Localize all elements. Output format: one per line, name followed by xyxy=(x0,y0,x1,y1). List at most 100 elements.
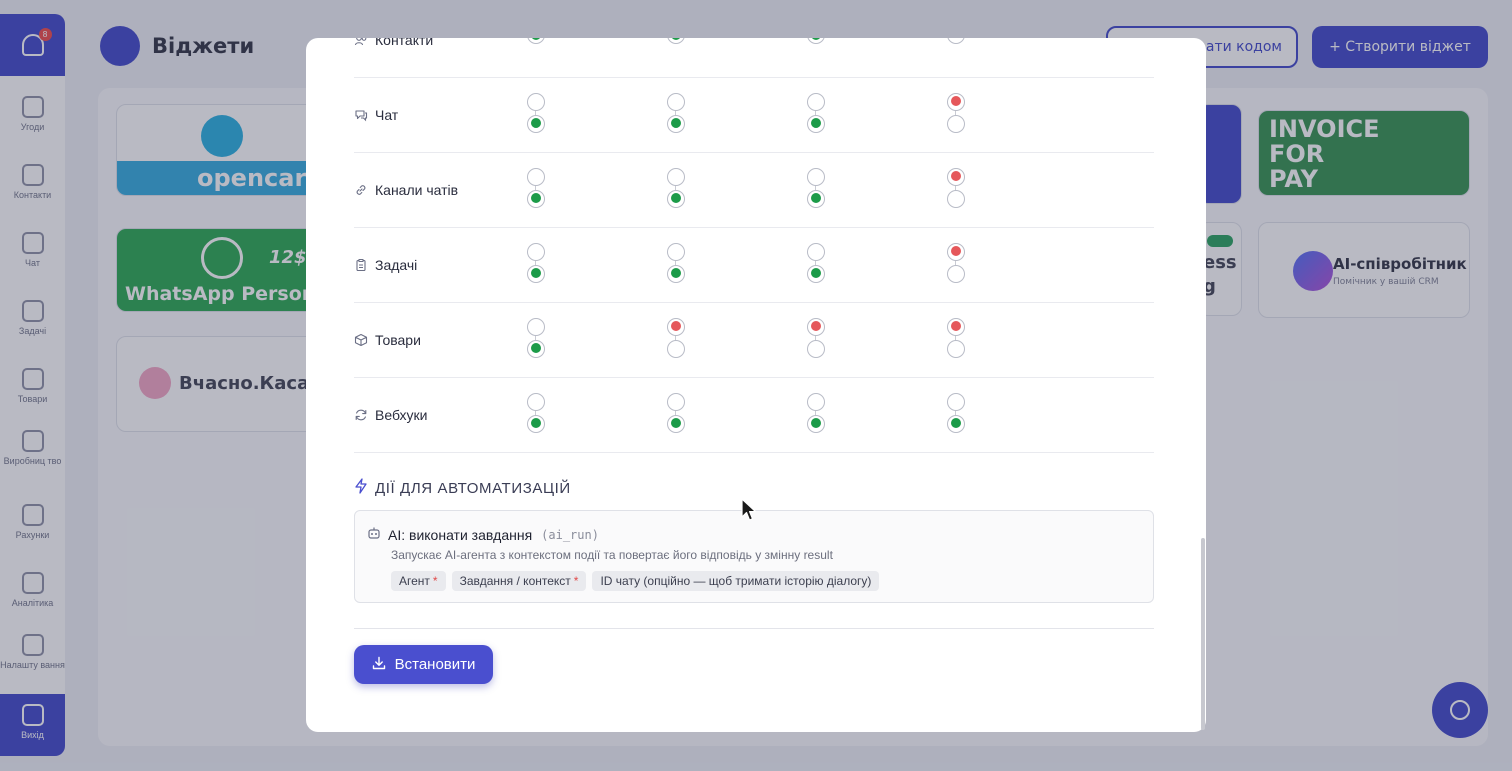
deny-radio[interactable] xyxy=(527,92,545,111)
allow-radio[interactable] xyxy=(527,114,545,133)
permission-toggle[interactable] xyxy=(527,92,545,133)
permission-toggle[interactable] xyxy=(667,92,685,133)
param-label: Завдання / контекст xyxy=(459,574,571,588)
permission-label: Товари xyxy=(354,332,421,348)
param-label: ID чату (опційно — щоб тримати історію д… xyxy=(600,574,872,588)
deny-radio[interactable] xyxy=(667,92,685,111)
download-icon xyxy=(372,656,386,674)
permission-label-text: Товари xyxy=(375,332,421,348)
permission-toggle[interactable] xyxy=(807,317,825,358)
permission-label: Вебхуки xyxy=(354,407,427,423)
deny-radio[interactable] xyxy=(527,167,545,186)
param-tag: Завдання / контекст * xyxy=(451,571,587,591)
permission-toggle[interactable] xyxy=(947,242,965,283)
deny-radio[interactable] xyxy=(807,167,825,186)
deny-radio[interactable] xyxy=(527,392,545,411)
allow-radio[interactable] xyxy=(527,339,545,358)
lightning-icon xyxy=(354,478,368,498)
allow-radio[interactable] xyxy=(947,339,965,358)
automation-action-card: AI: виконати завдання (ai_run) Запускає … xyxy=(354,510,1154,603)
permission-label: Задачі xyxy=(354,257,417,273)
permission-toggle[interactable] xyxy=(807,92,825,133)
box-icon xyxy=(354,333,368,347)
deny-radio[interactable] xyxy=(807,392,825,411)
action-code: (ai_run) xyxy=(541,527,599,542)
allow-radio[interactable] xyxy=(667,114,685,133)
required-mark: * xyxy=(573,574,579,588)
permissions-table: Контакти Чат Канали чатів Задачі Товари Вебху… xyxy=(0,38,1512,771)
mouse-cursor-icon xyxy=(741,498,757,521)
permission-label-text: Канали чатів xyxy=(375,182,459,198)
deny-radio[interactable] xyxy=(527,317,545,336)
permission-toggle[interactable] xyxy=(807,167,825,208)
deny-radio[interactable] xyxy=(667,317,685,336)
allow-radio[interactable] xyxy=(807,114,825,133)
deny-radio[interactable] xyxy=(947,242,965,261)
permission-row: Товари xyxy=(354,303,1154,378)
permission-toggle[interactable] xyxy=(527,242,545,283)
deny-radio[interactable] xyxy=(527,242,545,261)
param-tag: ID чату (опційно — щоб тримати історію д… xyxy=(592,571,880,591)
permission-toggle[interactable] xyxy=(667,242,685,283)
allow-radio[interactable] xyxy=(667,264,685,283)
permission-toggle[interactable] xyxy=(667,317,685,358)
deny-radio[interactable] xyxy=(807,92,825,111)
allow-radio[interactable] xyxy=(807,189,825,208)
param-label: Агент xyxy=(399,574,430,588)
deny-radio[interactable] xyxy=(667,167,685,186)
allow-radio[interactable] xyxy=(667,189,685,208)
allow-radio[interactable] xyxy=(947,414,965,433)
install-button-label: Встановити xyxy=(394,656,476,673)
allow-radio[interactable] xyxy=(527,189,545,208)
deny-radio[interactable] xyxy=(667,392,685,411)
deny-radio[interactable] xyxy=(807,242,825,261)
refresh-icon xyxy=(354,408,368,422)
permission-toggle[interactable] xyxy=(947,92,965,133)
deny-radio[interactable] xyxy=(947,317,965,336)
permission-label: Чат xyxy=(354,107,398,123)
permission-label: Канали чатів xyxy=(354,182,458,198)
action-params: Агент * Завдання / контекст * ID чату (опц… xyxy=(391,571,880,591)
allow-radio[interactable] xyxy=(667,339,685,358)
allow-radio[interactable] xyxy=(947,189,965,208)
install-button[interactable]: Встановити xyxy=(354,645,493,684)
permission-row: Вебхуки xyxy=(354,378,1154,453)
deny-radio[interactable] xyxy=(667,242,685,261)
permission-row: Канали чатів xyxy=(354,153,1154,228)
allow-radio[interactable] xyxy=(807,264,825,283)
action-header: AI: виконати завдання (ai_run) xyxy=(367,525,599,544)
permission-toggle[interactable] xyxy=(527,317,545,358)
deny-radio[interactable] xyxy=(947,167,965,186)
allow-radio[interactable] xyxy=(527,264,545,283)
permission-toggle[interactable] xyxy=(807,242,825,283)
allow-radio[interactable] xyxy=(667,414,685,433)
permission-label-text: Задачі xyxy=(375,257,418,273)
deny-radio[interactable] xyxy=(947,392,965,411)
permission-toggle[interactable] xyxy=(947,317,965,358)
permission-toggle[interactable] xyxy=(667,392,685,433)
deny-radio[interactable] xyxy=(807,317,825,336)
robot-icon xyxy=(367,525,381,544)
permission-toggle[interactable] xyxy=(947,392,965,433)
deny-radio[interactable] xyxy=(947,92,965,111)
tasks-icon xyxy=(354,258,368,272)
permission-toggle[interactable] xyxy=(807,392,825,433)
link-icon xyxy=(354,183,368,197)
allow-radio[interactable] xyxy=(807,339,825,358)
chat-icon xyxy=(354,108,368,122)
modal-divider xyxy=(354,628,1154,629)
allow-radio[interactable] xyxy=(947,114,965,133)
allow-radio[interactable] xyxy=(527,414,545,433)
allow-radio[interactable] xyxy=(947,264,965,283)
required-mark: * xyxy=(432,574,438,588)
action-description: Запускає AI-агента з контекстом події та… xyxy=(391,548,833,562)
permission-label-text: Вебхуки xyxy=(375,407,428,423)
permission-toggle[interactable] xyxy=(667,167,685,208)
permission-toggle[interactable] xyxy=(527,167,545,208)
permission-toggle[interactable] xyxy=(527,392,545,433)
allow-radio[interactable] xyxy=(807,414,825,433)
action-name: AI: виконати завдання xyxy=(388,526,533,543)
permission-label-text: Чат xyxy=(375,107,399,123)
permission-toggle[interactable] xyxy=(947,167,965,208)
permission-row: Чат xyxy=(354,78,1154,153)
